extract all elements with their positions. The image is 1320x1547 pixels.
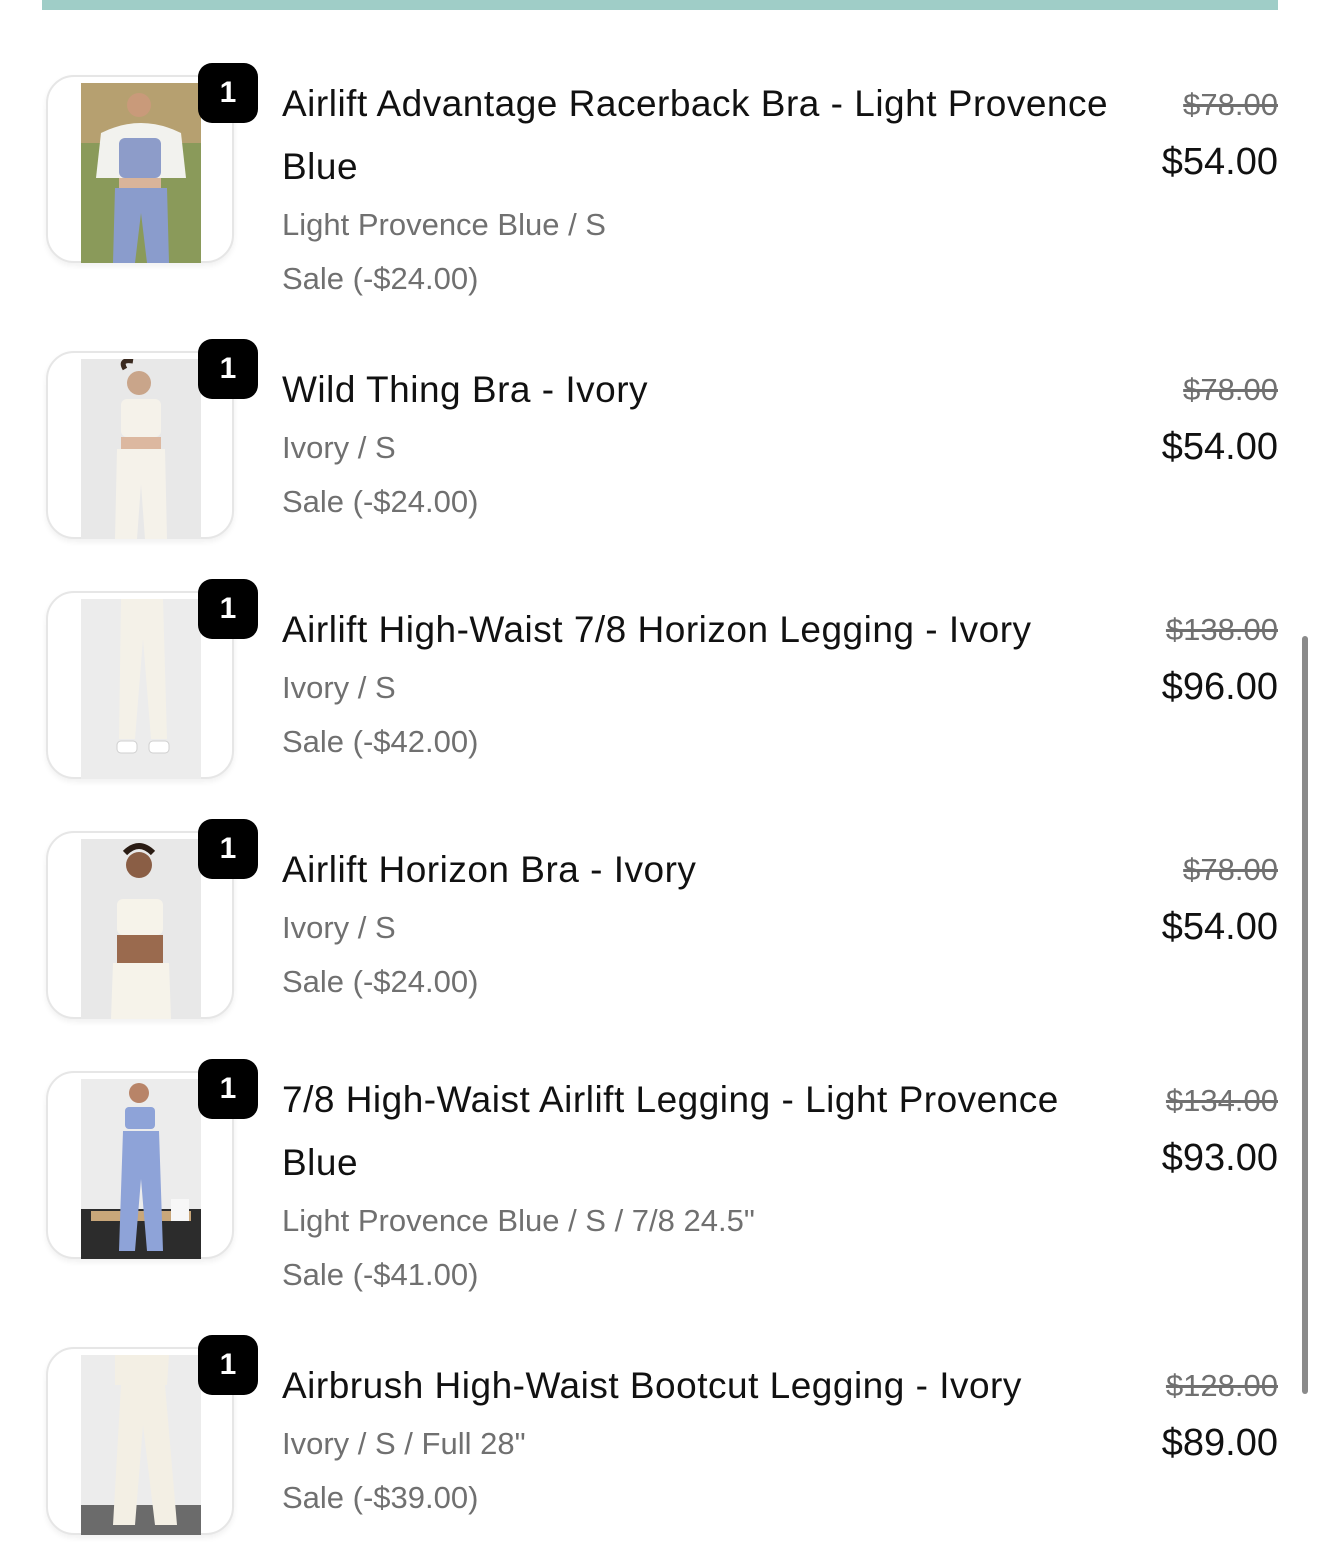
item-title[interactable]: Wild Thing Bra - Ivory [282, 358, 1112, 421]
original-price: $78.00 [1183, 372, 1278, 407]
item-info: Wild Thing Bra - Ivory Ivory / S Sale (-… [282, 358, 1112, 529]
item-title[interactable]: 7/8 High-Waist Airlift Legging - Light P… [282, 1068, 1112, 1194]
item-info: 7/8 High-Waist Airlift Legging - Light P… [282, 1068, 1112, 1302]
item-variant: Light Provence Blue / S [282, 207, 606, 242]
item-title[interactable]: Airlift High-Waist 7/8 Horizon Legging -… [282, 598, 1112, 661]
item-discount: Sale (-$39.00) [282, 1480, 479, 1515]
product-thumbnail[interactable]: 1 [46, 819, 258, 1019]
item-discount: Sale (-$41.00) [282, 1257, 479, 1292]
sale-price: $89.00 [1161, 1422, 1278, 1464]
item-prices: $134.00 $93.00 [1078, 1079, 1278, 1183]
product-image [81, 599, 201, 779]
item-title[interactable]: Airbrush High-Waist Bootcut Legging - Iv… [282, 1354, 1112, 1417]
original-price: $128.00 [1165, 1368, 1278, 1403]
item-info: Airlift Horizon Bra - Ivory Ivory / S Sa… [282, 838, 1112, 1009]
quantity-badge: 1 [198, 579, 258, 639]
product-thumbnail[interactable]: 1 [46, 579, 258, 779]
sale-price: $54.00 [1161, 906, 1278, 948]
sale-price: $96.00 [1161, 666, 1278, 708]
sale-price: $93.00 [1161, 1137, 1278, 1179]
original-price: $78.00 [1183, 852, 1278, 887]
product-thumbnail[interactable]: 1 [46, 1335, 258, 1535]
product-photo-icon [81, 1355, 201, 1535]
product-photo-icon [81, 359, 201, 539]
product-image [81, 1355, 201, 1535]
item-variant: Ivory / S [282, 910, 396, 945]
sale-price: $54.00 [1161, 426, 1278, 468]
product-image [81, 839, 201, 1019]
product-photo-icon [81, 839, 201, 1019]
item-discount: Sale (-$42.00) [282, 724, 479, 759]
product-thumbnail[interactable]: 1 [46, 1059, 258, 1259]
item-prices: $78.00 $54.00 [1078, 83, 1278, 187]
product-thumbnail[interactable]: 1 [46, 63, 258, 263]
item-discount: Sale (-$24.00) [282, 484, 479, 519]
scrollbar[interactable] [1302, 636, 1308, 1394]
item-info: Airlift High-Waist 7/8 Horizon Legging -… [282, 598, 1112, 769]
item-prices: $128.00 $89.00 [1078, 1364, 1278, 1468]
original-price: $138.00 [1165, 612, 1278, 647]
sale-price: $54.00 [1161, 141, 1278, 183]
product-image [81, 83, 201, 263]
product-photo-icon [81, 599, 201, 779]
quantity-badge: 1 [198, 819, 258, 879]
quantity-badge: 1 [198, 63, 258, 123]
item-title[interactable]: Airlift Horizon Bra - Ivory [282, 838, 1112, 901]
item-variant: Ivory / S / Full 28" [282, 1426, 526, 1461]
item-variant: Light Provence Blue / S / 7/8 24.5" [282, 1203, 755, 1238]
item-info: Airbrush High-Waist Bootcut Legging - Iv… [282, 1354, 1112, 1525]
item-discount: Sale (-$24.00) [282, 261, 479, 296]
original-price: $134.00 [1165, 1083, 1278, 1118]
item-prices: $78.00 $54.00 [1078, 848, 1278, 952]
quantity-badge: 1 [198, 339, 258, 399]
original-price: $78.00 [1183, 87, 1278, 122]
quantity-badge: 1 [198, 1059, 258, 1119]
item-prices: $78.00 $54.00 [1078, 368, 1278, 472]
item-info: Airlift Advantage Racerback Bra - Light … [282, 72, 1112, 306]
item-prices: $138.00 $96.00 [1078, 608, 1278, 712]
quantity-badge: 1 [198, 1335, 258, 1395]
product-thumbnail[interactable]: 1 [46, 339, 258, 539]
item-variant: Ivory / S [282, 670, 396, 705]
item-title[interactable]: Airlift Advantage Racerback Bra - Light … [282, 72, 1112, 198]
cart-item-list: 1 Airlift Advantage Racerback Bra - Ligh… [0, 0, 1320, 1547]
item-variant: Ivory / S [282, 430, 396, 465]
product-image [81, 1079, 201, 1259]
product-photo-icon [81, 83, 201, 263]
item-discount: Sale (-$24.00) [282, 964, 479, 999]
product-photo-icon [81, 1079, 201, 1259]
product-image [81, 359, 201, 539]
